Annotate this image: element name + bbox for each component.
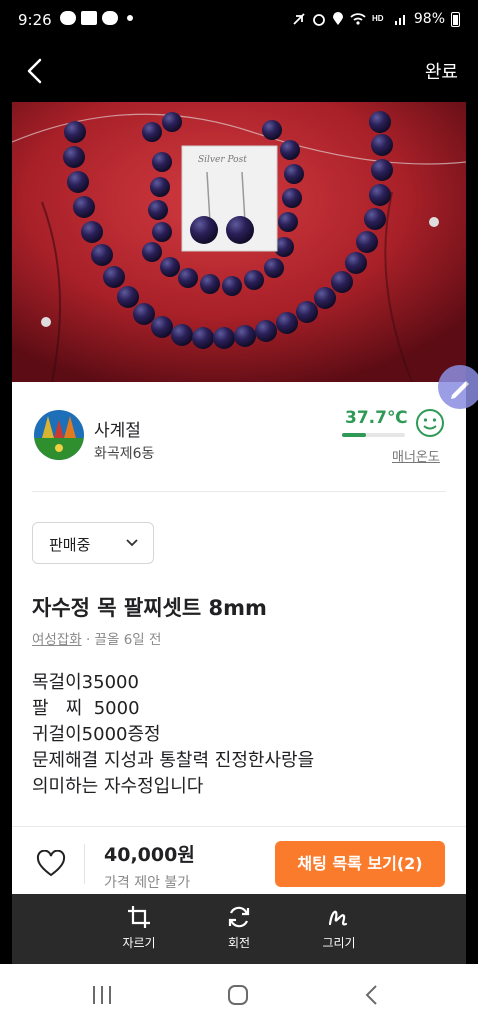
alarm-icon [312, 14, 325, 26]
pen-icon [451, 381, 469, 399]
status-time: 9:26 [18, 11, 52, 29]
status-bar: 9:26 HD 98% [0, 0, 478, 42]
location-icon [332, 12, 343, 25]
signal-icon [394, 15, 405, 25]
back-arrow-icon[interactable] [20, 54, 50, 88]
notification-icons [60, 11, 133, 25]
seller-name[interactable]: 사계절 [94, 416, 141, 441]
chevron-down-icon [126, 539, 138, 547]
done-button[interactable]: 완료 [425, 58, 458, 84]
rotate-tool-label: 회전 [227, 936, 251, 950]
svg-text:HD: HD [372, 14, 384, 23]
temperature-bar-fill [342, 433, 366, 437]
seller-location: 화곡제6동 [94, 446, 155, 462]
listing-title: 자수정 목 팔찌셋트 8mm [32, 596, 267, 620]
battery-icon [451, 11, 460, 27]
product-photo[interactable]: Silver Post [12, 102, 466, 382]
talk-notification-icon [60, 11, 76, 25]
more-notifications-icon [127, 15, 133, 21]
screenshot-canvas[interactable]: Silver Post 사계절 화곡제6동 37.7℃ 매너온도 판매중 자수정… [12, 102, 466, 894]
manner-temperature: 37.7℃ [345, 408, 408, 428]
action-bar-divider [12, 826, 466, 827]
draw-tool-label: 그리기 [322, 936, 356, 950]
chat-list-button[interactable]: 채팅 목록 보기(2) [275, 841, 445, 887]
system-indicators: HD 98% [292, 11, 460, 27]
section-divider [32, 491, 446, 492]
listing-category[interactable]: 여성잡화 [32, 632, 82, 648]
rotate-tool[interactable]: 회전 [204, 904, 274, 951]
listing-time: · 끌올 6일 전 [81, 632, 162, 648]
smiley-face-icon [416, 409, 444, 437]
crop-icon [128, 906, 150, 928]
draw-icon [328, 910, 348, 926]
home-icon[interactable] [226, 984, 250, 1006]
crop-tool-label: 자르기 [122, 936, 156, 950]
temperature-bar [342, 433, 405, 437]
rotate-icon [228, 906, 250, 928]
recent-apps-icon[interactable] [90, 984, 114, 1006]
draw-tool[interactable]: 그리기 [304, 904, 374, 951]
won-notification-icon [102, 11, 118, 25]
heart-icon[interactable] [36, 850, 66, 878]
system-nav-bar [0, 964, 478, 1024]
manner-temperature-link[interactable]: 매너온도 [392, 446, 440, 465]
edit-toolbar: 자르기 회전 그리기 [12, 894, 466, 964]
battery-percent: 98% [413, 11, 445, 27]
mute-icon [293, 13, 305, 25]
earring-tag-text: Silver Post [198, 155, 247, 165]
sale-status-dropdown[interactable]: 판매중 [32, 522, 154, 564]
back-nav-icon[interactable] [362, 984, 382, 1006]
sale-status-value: 판매중 [49, 536, 91, 554]
listing-meta: 여성잡화 · 끌올 6일 전 [32, 628, 161, 648]
crop-tool[interactable]: 자르기 [104, 904, 174, 951]
editor-top-bar: 완료 [0, 46, 478, 96]
hd-voice-icon: HD [372, 14, 384, 23]
price-offer-note: 가격 제안 불가 [104, 875, 191, 891]
listing-price: 40,000원 [104, 844, 195, 866]
wifi-icon [350, 13, 366, 25]
floating-pen-button[interactable] [438, 365, 478, 409]
listing-description: 목걸이35000 팔 찌 5000 귀걸이5000증정 문제해결 지성과 통찰력… [32, 672, 315, 797]
seller-avatar[interactable] [34, 410, 84, 460]
amethyst-jewelry-image: Silver Post [12, 102, 466, 382]
gallery-notification-icon [81, 11, 97, 25]
action-bar-separator [84, 844, 85, 884]
avatar-image [34, 410, 84, 460]
